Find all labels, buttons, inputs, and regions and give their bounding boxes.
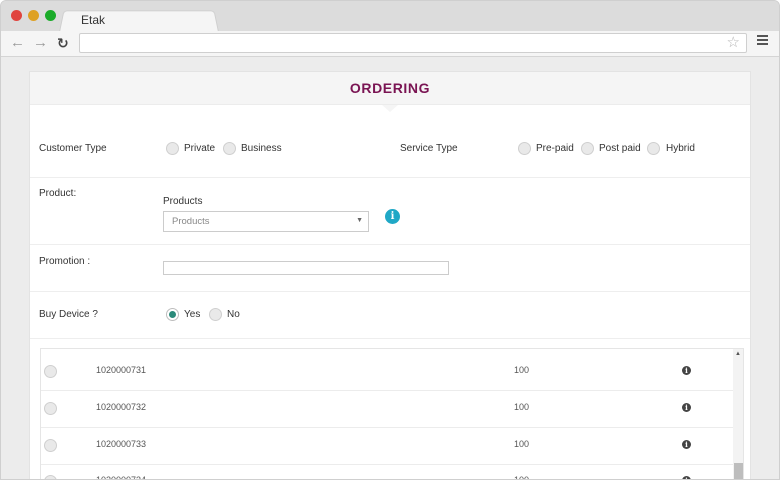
customer-type-private-radio[interactable] bbox=[166, 142, 179, 155]
list-item-radio[interactable] bbox=[44, 439, 57, 452]
customer-service-row: Customer Type Private Business Service T… bbox=[30, 106, 750, 178]
tab-bar: Etak bbox=[1, 1, 779, 32]
products-field-label: Products bbox=[163, 196, 203, 207]
star-icon[interactable]: ☆ bbox=[727, 34, 740, 52]
info-icon[interactable]: i bbox=[682, 403, 691, 412]
card-header: ORDERING bbox=[30, 72, 750, 105]
service-type-postpaid-label[interactable]: Post paid bbox=[599, 143, 641, 154]
forward-arrow-icon[interactable]: → bbox=[33, 34, 48, 52]
list-scrollbar[interactable]: ▲ bbox=[733, 349, 743, 479]
promotion-label: Promotion : bbox=[39, 256, 91, 267]
list-item-radio[interactable] bbox=[44, 365, 57, 378]
minimize-window-button[interactable] bbox=[28, 10, 39, 21]
list-item-radio[interactable] bbox=[44, 475, 57, 479]
tab-title: Etak bbox=[81, 13, 106, 27]
device-list: 1020000731 100 i 1020000732 100 i 102000… bbox=[40, 348, 744, 480]
list-item[interactable]: 1020000732 100 i bbox=[41, 391, 733, 428]
customer-type-business-label[interactable]: Business bbox=[241, 143, 282, 154]
list-item[interactable]: 1020000731 100 i bbox=[41, 354, 733, 391]
promotion-row: Promotion : bbox=[30, 245, 750, 292]
list-item-id: 1020000731 bbox=[96, 365, 147, 375]
maximize-window-button[interactable] bbox=[45, 10, 56, 21]
service-type-postpaid-radio[interactable] bbox=[581, 142, 594, 155]
close-window-button[interactable] bbox=[11, 10, 22, 21]
service-type-label: Service Type bbox=[400, 143, 458, 154]
browser-toolbar: ← → ↻ ☆ bbox=[1, 31, 779, 57]
ordering-card: ORDERING Customer Type Private Business … bbox=[29, 71, 751, 480]
product-label: Product: bbox=[39, 188, 77, 199]
list-item[interactable]: 1020000733 100 i bbox=[41, 428, 733, 465]
chevron-down-icon: ▼ bbox=[356, 217, 363, 224]
browser-window: Etak ← → ↻ ☆ ORDERING Customer Type Priv… bbox=[0, 0, 780, 480]
info-icon[interactable]: i bbox=[682, 366, 691, 375]
list-item[interactable]: 1020000734 100 i bbox=[41, 464, 733, 480]
service-type-prepaid-radio[interactable] bbox=[518, 142, 531, 155]
product-row: Product: Products Products ▼ i bbox=[30, 178, 750, 245]
address-bar[interactable]: ☆ bbox=[79, 33, 747, 53]
buy-device-label: Buy Device ? bbox=[39, 309, 98, 320]
info-icon[interactable]: i bbox=[682, 440, 691, 449]
page-viewport: ORDERING Customer Type Private Business … bbox=[1, 57, 779, 480]
customer-type-business-radio[interactable] bbox=[223, 142, 236, 155]
scroll-up-icon[interactable]: ▲ bbox=[735, 351, 741, 357]
service-type-hybrid-radio[interactable] bbox=[647, 142, 660, 155]
buy-device-no-label[interactable]: No bbox=[227, 309, 240, 320]
service-type-hybrid-label[interactable]: Hybrid bbox=[666, 143, 695, 154]
list-item-value: 100 bbox=[514, 439, 530, 449]
scrollbar-thumb[interactable] bbox=[734, 463, 743, 479]
customer-type-label: Customer Type bbox=[39, 143, 107, 154]
promotion-input[interactable] bbox=[163, 261, 449, 275]
list-item-id: 1020000733 bbox=[96, 439, 147, 449]
list-item-value: 100 bbox=[514, 365, 530, 375]
buy-device-yes-radio[interactable] bbox=[166, 308, 179, 321]
buy-device-no-radio[interactable] bbox=[209, 308, 222, 321]
menu-icon[interactable] bbox=[757, 35, 768, 47]
customer-type-private-label[interactable]: Private bbox=[184, 143, 215, 154]
products-select[interactable]: Products ▼ bbox=[163, 211, 369, 232]
buy-device-yes-label[interactable]: Yes bbox=[184, 309, 200, 320]
list-item-id: 1020000734 bbox=[96, 475, 147, 480]
back-arrow-icon[interactable]: ← bbox=[10, 34, 25, 52]
products-select-value: Products bbox=[172, 216, 210, 227]
list-item-id: 1020000732 bbox=[96, 402, 147, 412]
service-type-prepaid-label[interactable]: Pre-paid bbox=[536, 143, 574, 154]
info-icon[interactable]: i bbox=[385, 209, 400, 224]
reload-icon[interactable]: ↻ bbox=[57, 34, 69, 52]
list-item-radio[interactable] bbox=[44, 402, 57, 415]
page-title: ORDERING bbox=[349, 80, 431, 96]
info-icon[interactable]: i bbox=[682, 476, 691, 479]
list-item-value: 100 bbox=[514, 402, 530, 412]
buy-device-row: Buy Device ? Yes No bbox=[30, 292, 750, 339]
list-item-value: 100 bbox=[514, 475, 530, 480]
